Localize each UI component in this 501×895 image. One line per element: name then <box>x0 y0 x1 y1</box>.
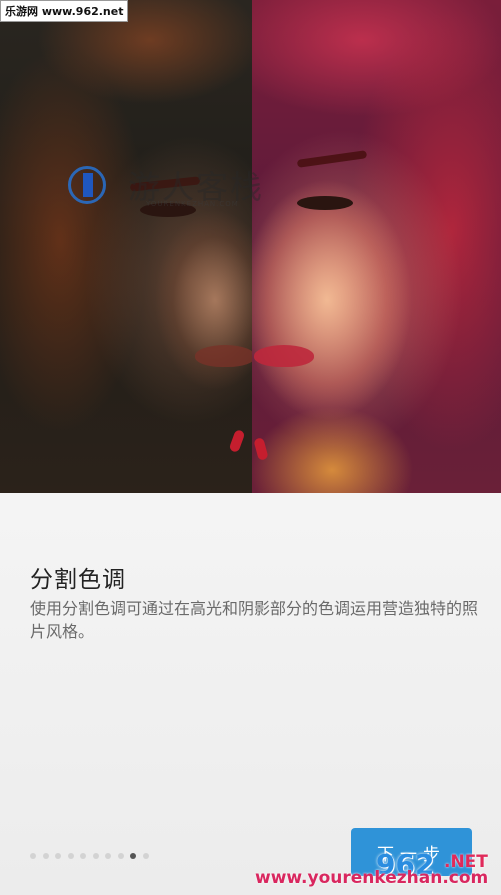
page-dot <box>55 852 61 859</box>
lips <box>195 345 255 367</box>
bottom-watermark-url: www.yourenkezhan.com <box>255 868 489 888</box>
page-dot <box>117 852 124 859</box>
lips <box>254 345 314 367</box>
page-dot <box>80 852 86 859</box>
page-dot <box>30 852 36 859</box>
page-indicator <box>30 845 155 859</box>
page-dot <box>42 852 49 859</box>
fingernail <box>228 428 246 454</box>
hero-toned-half <box>252 0 501 493</box>
hero-image: 游人客栈 YOURENKEZHAN.COM <box>0 0 501 493</box>
watermark-logo-icon <box>68 166 106 204</box>
page-dot <box>142 852 149 859</box>
eyebrow <box>296 150 368 168</box>
page-dot <box>92 852 99 859</box>
site-tag: 乐游网 www.962.net <box>0 0 129 22</box>
page-dot-active <box>130 852 136 859</box>
feature-description: 使用分割色调可通过在高光和阴影部分的色调运用营造独特的照片风格。 <box>30 599 479 641</box>
page-dot <box>105 852 111 859</box>
hero-original-half <box>0 0 255 493</box>
feature-title: 分割色调 <box>30 567 126 593</box>
page-dot <box>67 852 74 859</box>
watermark-subtext: YOURENKEZHAN.COM <box>146 200 239 208</box>
fingernail <box>253 437 269 461</box>
eye <box>297 196 353 210</box>
